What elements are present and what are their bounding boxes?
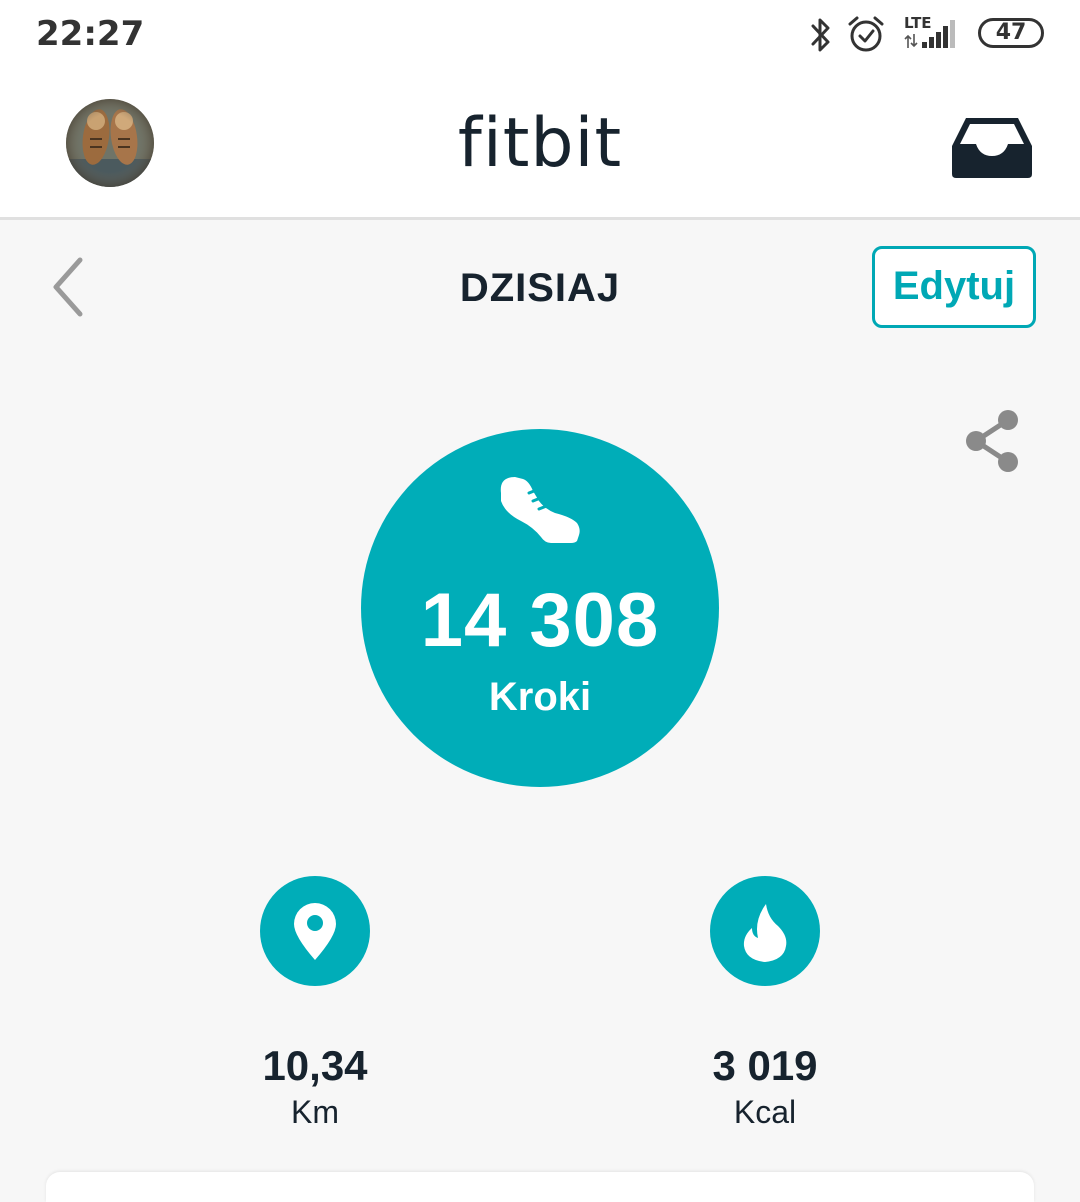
steps-value: 14 308	[420, 578, 660, 663]
share-button[interactable]	[962, 408, 1024, 474]
distance-unit: Km	[291, 1094, 339, 1130]
distance-icon-circle	[260, 876, 370, 986]
alarm-icon	[848, 16, 884, 52]
battery-indicator: 47	[978, 18, 1044, 48]
edit-button[interactable]: Edytuj	[872, 246, 1036, 328]
calories-icon-circle	[710, 876, 820, 986]
calories-value: 3 019	[712, 1042, 818, 1089]
status-bar: 22:27 LTE 47	[0, 0, 1080, 70]
inbox-icon	[952, 118, 1032, 178]
status-time: 22:27	[36, 14, 145, 54]
share-icon	[966, 410, 1018, 472]
flame-icon	[743, 904, 787, 962]
bottom-card	[46, 1172, 1034, 1202]
distance-value: 10,34	[262, 1042, 368, 1089]
shoe-icon	[500, 477, 580, 543]
inbox-button[interactable]	[948, 114, 1036, 180]
signal-icon	[904, 20, 955, 48]
calories-unit: Kcal	[733, 1094, 797, 1130]
location-pin-icon	[294, 903, 336, 960]
date-navigation: DZISIAJ Edytuj	[0, 222, 1080, 352]
app-header: fitbit	[0, 70, 1080, 220]
bluetooth-icon	[811, 18, 830, 52]
fitbit-logo: fitbit	[457, 104, 623, 183]
steps-label: Kroki	[488, 675, 592, 719]
steps-summary[interactable]: 14 308 Kroki	[361, 429, 719, 787]
